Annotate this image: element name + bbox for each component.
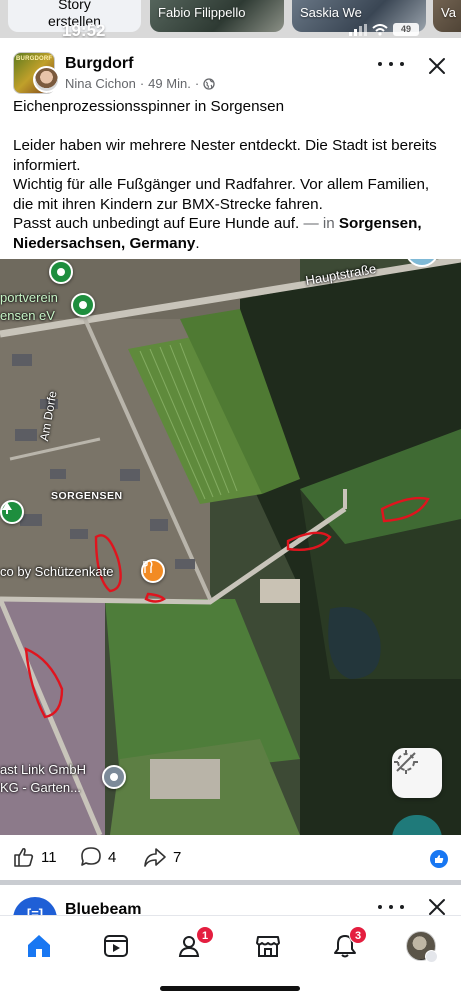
tree-icon bbox=[2, 502, 12, 514]
place-label-schuetzenkate: co by Schützenkate bbox=[0, 564, 114, 579]
status-icons: 49 bbox=[349, 23, 419, 36]
post-body-line: Wichtig für alle Fußgänger und Radfahrer… bbox=[13, 176, 430, 213]
nav-friends[interactable]: 1 bbox=[172, 926, 214, 962]
map-recenter-button[interactable] bbox=[392, 748, 442, 798]
nav-video[interactable] bbox=[96, 930, 136, 962]
like-count: 11 bbox=[41, 848, 57, 866]
post-header: BURGDORF Burgdorf Nina Cichon · 49 Min. … bbox=[0, 38, 461, 96]
post-map-image[interactable]: Hauptstraße portverein ensen eV Am Dorfe… bbox=[0, 259, 461, 835]
map-pin-green[interactable] bbox=[49, 260, 73, 284]
thumbs-up-icon bbox=[14, 847, 34, 867]
place-label-sportverein: ensen eV bbox=[0, 308, 55, 323]
post-body-text: Passt auch unbedingt auf Eure Hunde auf. bbox=[13, 215, 300, 232]
map-pin-green[interactable] bbox=[71, 293, 95, 317]
comment-button[interactable]: 4 bbox=[80, 846, 116, 868]
marketplace-icon bbox=[256, 936, 280, 957]
location-prefix: — in bbox=[299, 215, 339, 232]
create-story-line1: Story bbox=[58, 0, 91, 12]
comment-icon bbox=[81, 847, 101, 866]
byline-separator: · bbox=[194, 76, 200, 91]
story-author-name: Fabio Filippello bbox=[158, 5, 246, 20]
globe-icon bbox=[203, 77, 215, 90]
location-off-icon bbox=[394, 750, 418, 774]
place-label-ost-link: ast Link GmbH bbox=[0, 762, 86, 777]
author-avatar[interactable] bbox=[33, 66, 60, 93]
author-name[interactable]: Nina Cichon bbox=[65, 76, 136, 91]
village-label-sorgensen: SORGENSEN bbox=[51, 490, 123, 502]
nav-notifications[interactable]: 3 bbox=[325, 926, 367, 962]
nav-profile-menu[interactable] bbox=[401, 930, 441, 963]
nav-home[interactable] bbox=[19, 930, 59, 962]
signal-icon bbox=[349, 23, 367, 36]
map-pin-restaurant[interactable] bbox=[141, 559, 165, 583]
video-icon bbox=[104, 935, 128, 957]
story-card[interactable]: Fabio Filippello bbox=[150, 0, 284, 32]
group-name[interactable]: Burgdorf bbox=[65, 55, 133, 73]
more-options-button[interactable] bbox=[378, 903, 404, 911]
post-byline: Nina Cichon · 49 Min. · bbox=[65, 76, 215, 91]
status-time: 19:52 bbox=[62, 21, 106, 38]
friends-badge: 1 bbox=[196, 926, 214, 944]
post-body-line: Passt auch unbedingt auf Eure Hunde auf.… bbox=[13, 214, 453, 253]
like-button[interactable]: 11 bbox=[13, 846, 57, 868]
nav-marketplace[interactable] bbox=[248, 930, 288, 962]
post-title-line: Eichenprozessionsspinner in Sorgensen bbox=[13, 98, 285, 115]
bottom-navigation: 1 3 bbox=[0, 915, 461, 1000]
wifi-icon bbox=[372, 23, 388, 36]
home-icon bbox=[28, 935, 50, 957]
map-pin-park[interactable] bbox=[0, 500, 24, 524]
story-card[interactable]: Va bbox=[433, 0, 461, 32]
share-count: 7 bbox=[173, 848, 182, 866]
story-author-name: Va bbox=[441, 5, 456, 20]
like-reaction-badge[interactable] bbox=[430, 850, 448, 868]
notifications-badge: 3 bbox=[349, 926, 367, 944]
close-icon[interactable] bbox=[427, 56, 447, 76]
post-time[interactable]: 49 Min. bbox=[148, 76, 191, 91]
map-pin-gray[interactable] bbox=[102, 765, 126, 789]
group-avatar-text: BURGDORF bbox=[16, 56, 53, 62]
post-body-line: Leider haben wir mehrere Nester entdeckt… bbox=[13, 137, 437, 174]
story-author-name: Saskia We bbox=[300, 5, 362, 20]
place-label-sportverein: portverein bbox=[0, 290, 58, 305]
share-icon bbox=[144, 848, 166, 867]
battery-icon: 49 bbox=[393, 23, 419, 36]
stories-strip: Story erstellen Fabio Filippello Saskia … bbox=[0, 0, 461, 38]
place-label-ost-link: KG - Garten... bbox=[0, 780, 81, 795]
share-button[interactable]: 7 bbox=[143, 846, 181, 868]
more-options-button[interactable] bbox=[378, 55, 404, 73]
post-actions-bar: 11 4 7 bbox=[0, 836, 461, 880]
location-suffix: . bbox=[195, 234, 200, 252]
cutlery-icon bbox=[143, 561, 153, 573]
post-text: Eichenprozessionsspinner in Sorgensen Le… bbox=[13, 97, 453, 253]
profile-avatar bbox=[406, 931, 438, 963]
byline-separator: · bbox=[139, 76, 145, 91]
comment-count: 4 bbox=[108, 848, 117, 866]
close-icon[interactable] bbox=[427, 897, 447, 917]
menu-icon bbox=[425, 950, 438, 963]
thumbs-up-icon bbox=[435, 855, 444, 863]
home-indicator bbox=[160, 986, 300, 991]
